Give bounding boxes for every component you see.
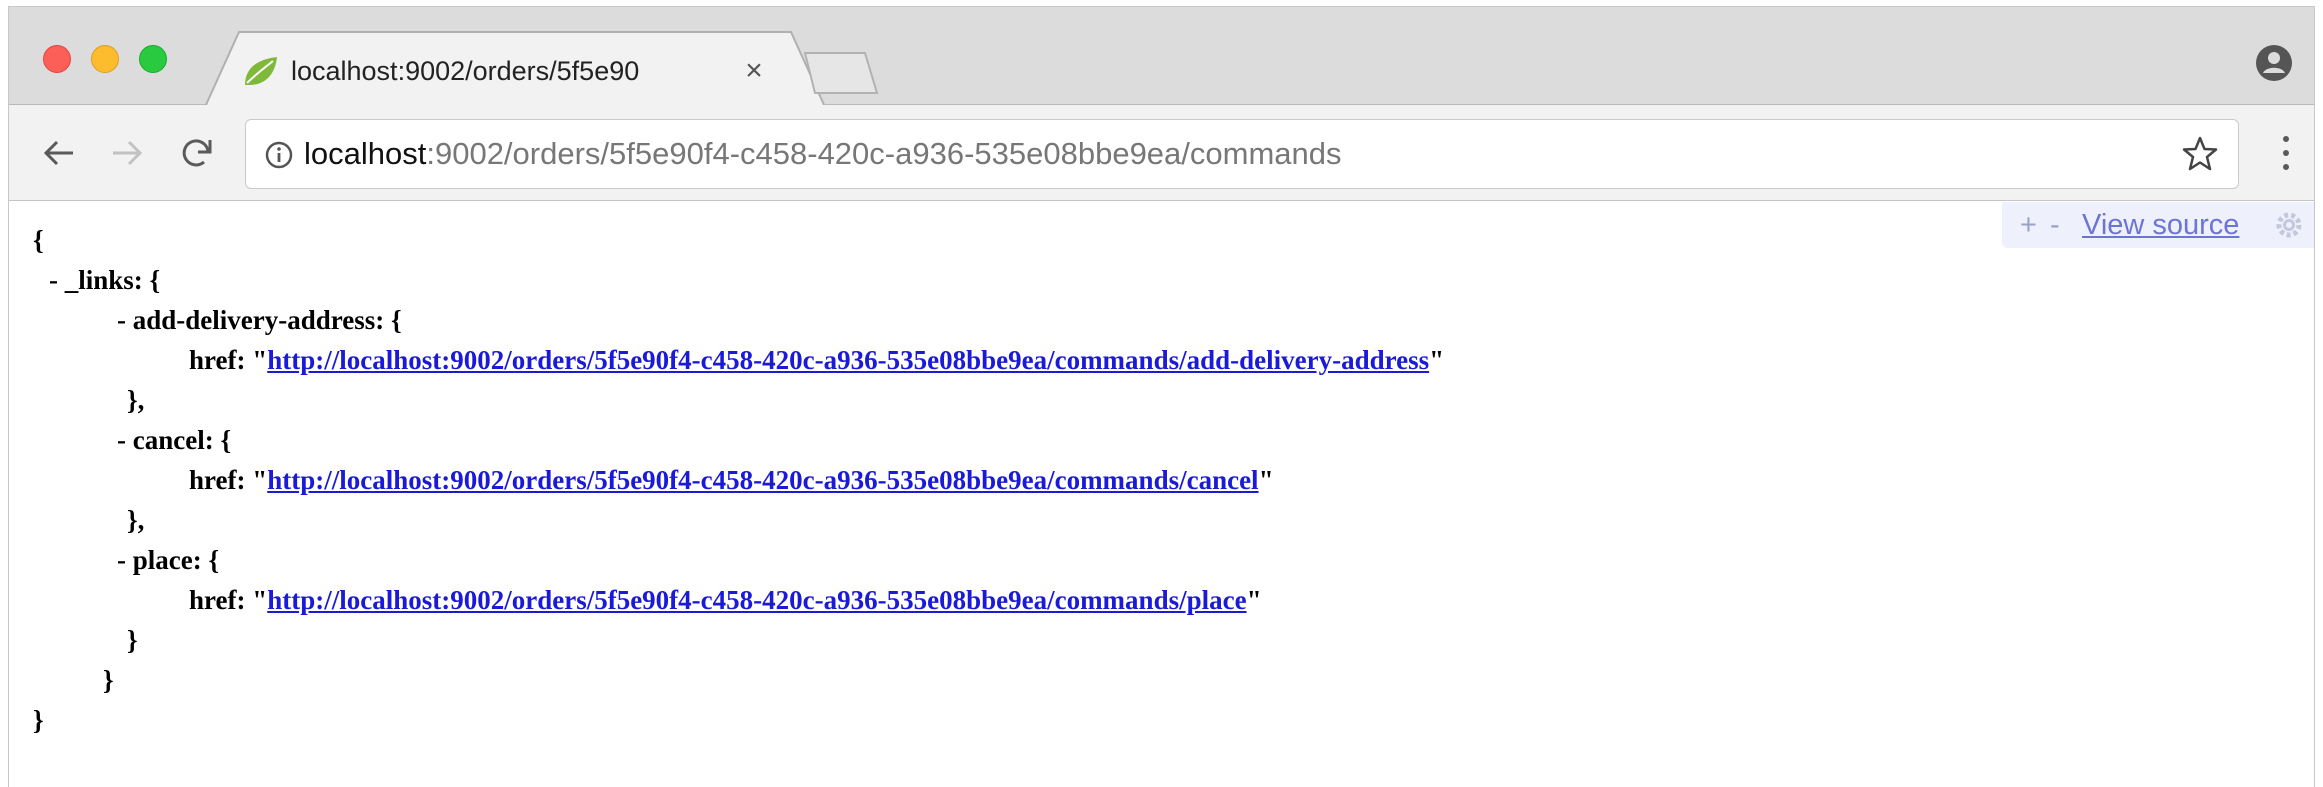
expand-all-button[interactable]: +	[2020, 202, 2037, 248]
url-host: localhost	[304, 136, 427, 171]
cancel-link[interactable]: http://localhost:9002/orders/5f5e90f4-c4…	[267, 465, 1258, 495]
cancel-key[interactable]: - cancel: {	[117, 422, 231, 458]
add-delivery-address-key[interactable]: - add-delivery-address: {	[117, 302, 402, 338]
add-delivery-address-href: href: "http://localhost:9002/orders/5f5e…	[189, 342, 1444, 378]
links-key[interactable]: - _links: {	[49, 262, 160, 298]
closing-quote: "	[1246, 585, 1262, 615]
zoom-window-button[interactable]	[139, 45, 167, 73]
href-key: href: "	[189, 585, 268, 615]
star-icon[interactable]	[2180, 134, 2220, 174]
minimize-window-button[interactable]	[91, 45, 119, 73]
person-icon[interactable]	[2254, 43, 2294, 83]
spring-leaf-icon	[245, 57, 277, 85]
place-href: href: "http://localhost:9002/orders/5f5e…	[189, 582, 1262, 618]
toolbar: localhost:9002/orders/5f5e90f4-c458-420c…	[9, 105, 2314, 201]
tab-strip: localhost:9002/orders/5f5e90 ×	[9, 7, 2314, 107]
cancel-close: },	[127, 505, 145, 535]
close-window-button[interactable]	[43, 45, 71, 73]
add-delivery-address-link[interactable]: http://localhost:9002/orders/5f5e90f4-c4…	[267, 345, 1429, 375]
tab-close-button[interactable]: ×	[737, 53, 771, 89]
info-icon[interactable]	[264, 140, 294, 170]
closing-quote: "	[1258, 465, 1274, 495]
gear-icon[interactable]	[2274, 210, 2304, 240]
view-source-link[interactable]: View source	[2082, 202, 2239, 248]
links-close: }	[103, 665, 114, 695]
kebab-menu-icon[interactable]	[2276, 131, 2296, 175]
new-tab-button[interactable]	[799, 51, 881, 95]
place-link[interactable]: http://localhost:9002/orders/5f5e90f4-c4…	[267, 585, 1246, 615]
back-arrow-icon[interactable]	[37, 131, 81, 175]
url-text: localhost:9002/orders/5f5e90f4-c458-420c…	[304, 120, 1342, 188]
tab-title: localhost:9002/orders/5f5e90	[291, 56, 640, 86]
forward-arrow-icon[interactable]	[105, 131, 149, 175]
place-key[interactable]: - place: {	[117, 542, 219, 578]
add-delivery-address-close: },	[127, 385, 145, 415]
page-content: + - View source { - _links: { - add-deli…	[9, 202, 2314, 787]
cancel-href: href: "http://localhost:9002/orders/5f5e…	[189, 462, 1274, 498]
browser-window: localhost:9002/orders/5f5e90 × localhost…	[8, 6, 2315, 787]
url-path: :9002/orders/5f5e90f4-c458-420c-a936-535…	[426, 136, 1342, 171]
json-open-brace: {	[33, 225, 44, 255]
place-close: }	[127, 625, 138, 655]
address-bar[interactable]: localhost:9002/orders/5f5e90f4-c458-420c…	[245, 119, 2239, 189]
json-close-brace: }	[33, 705, 44, 735]
json-viewer-toolbar: + - View source	[2002, 202, 2314, 248]
collapse-all-button[interactable]: -	[2050, 202, 2060, 248]
href-key: href: "	[189, 465, 268, 495]
href-key: href: "	[189, 345, 268, 375]
reload-icon[interactable]	[175, 131, 219, 175]
closing-quote: "	[1429, 345, 1445, 375]
